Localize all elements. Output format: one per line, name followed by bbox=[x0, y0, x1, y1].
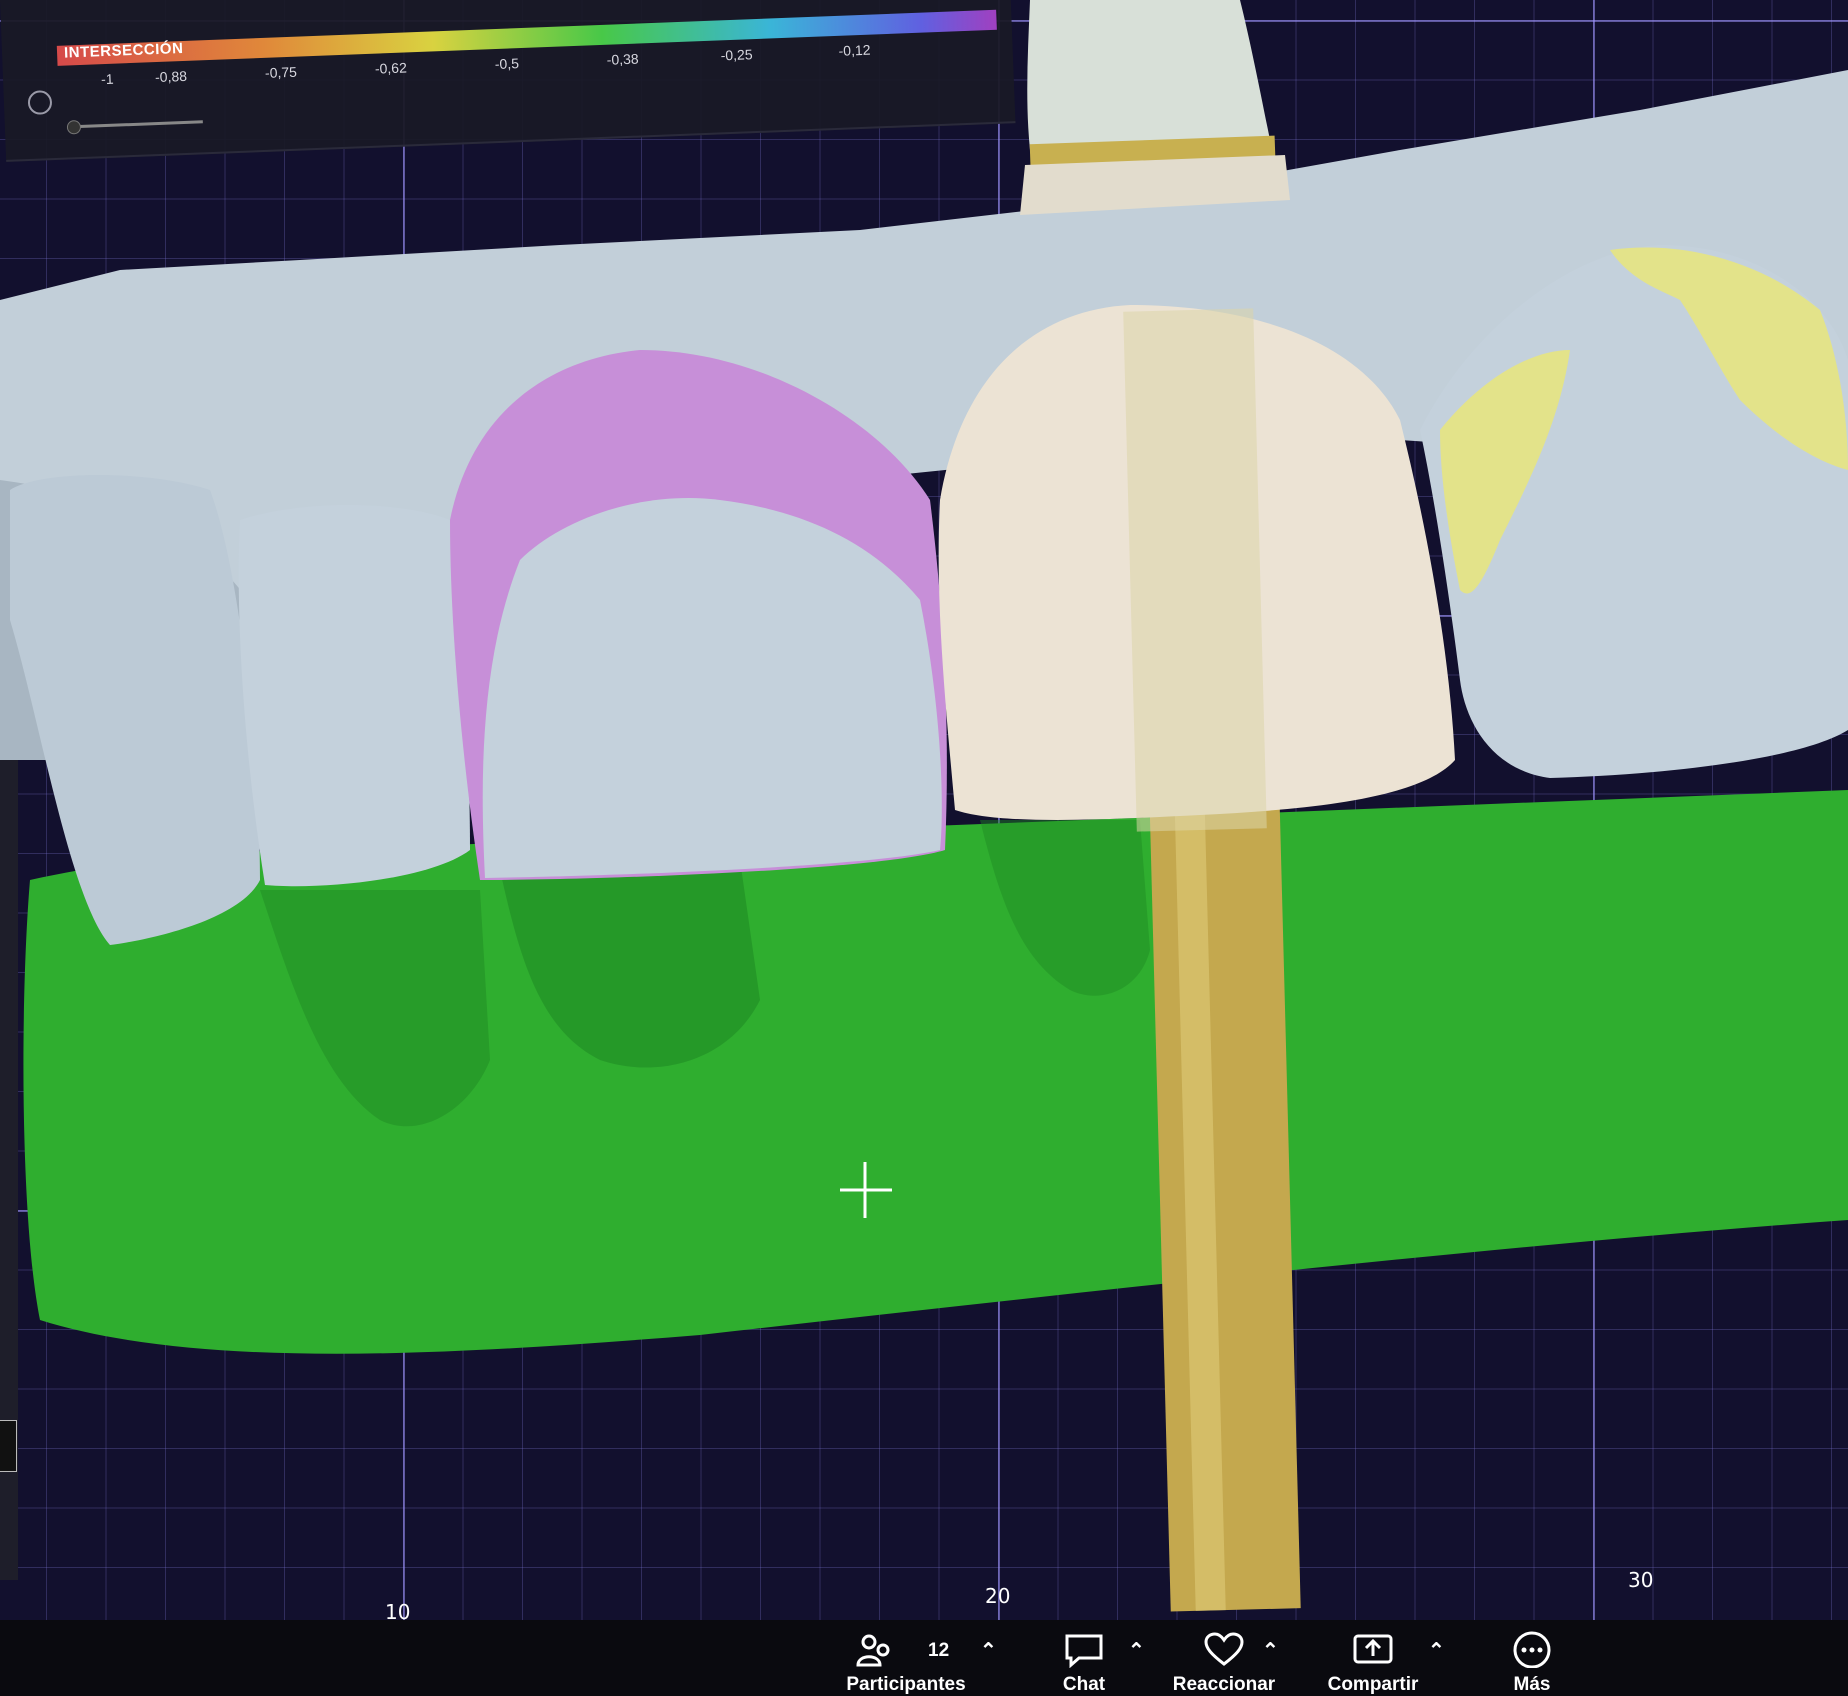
heart-icon bbox=[1204, 1632, 1244, 1666]
legend-tick-label: -1 bbox=[100, 70, 114, 88]
crown-access-channel bbox=[1123, 308, 1267, 832]
legend-threshold-slider[interactable] bbox=[66, 119, 203, 135]
chat-label: Chat bbox=[1062, 1674, 1106, 1695]
more-label: Más bbox=[1513, 1674, 1551, 1695]
more-dots-icon bbox=[1513, 1631, 1551, 1668]
participants-button[interactable]: 12 Participantes bbox=[836, 1626, 976, 1696]
gauge-icon[interactable] bbox=[27, 90, 53, 115]
participants-label: Participantes bbox=[846, 1674, 966, 1695]
legend-tick-label: -0,38 bbox=[606, 50, 639, 68]
legend-tick-label: -0,12 bbox=[838, 41, 871, 59]
react-label: Reaccionar bbox=[1172, 1674, 1276, 1695]
abutment-post bbox=[1149, 788, 1301, 1612]
legend-tick-label: -0,62 bbox=[374, 59, 408, 77]
more-button[interactable]: Más bbox=[1462, 1626, 1602, 1696]
people-icon bbox=[856, 1634, 890, 1667]
share-button[interactable]: Compartir bbox=[1303, 1626, 1443, 1696]
axis-tick-30: 30 bbox=[1628, 1568, 1654, 1592]
legend-tick-label: -0,25 bbox=[720, 46, 753, 64]
axis-tick-20: 20 bbox=[985, 1584, 1011, 1608]
cad-viewport[interactable]: 10 20 30 INTERSECCIÓN -1 -0,88 -0,75 -0,… bbox=[0, 0, 1848, 1624]
chat-caret-icon[interactable]: ⌃ bbox=[1128, 1638, 1145, 1663]
slider-knob[interactable] bbox=[66, 119, 82, 135]
share-screen-icon bbox=[1353, 1634, 1393, 1664]
legend-tick-label: -0,88 bbox=[154, 67, 188, 86]
participants-caret-icon[interactable]: ⌃ bbox=[980, 1638, 997, 1663]
tooth-left-1 bbox=[10, 475, 260, 945]
meeting-toolbar: 12 Participantes ⌃ Chat ⌃ Reaccionar ⌃ C… bbox=[0, 1620, 1848, 1696]
react-caret-icon[interactable]: ⌃ bbox=[1262, 1638, 1279, 1663]
implant-component-top bbox=[1027, 0, 1270, 150]
tooth-left-2 bbox=[238, 505, 470, 887]
share-label: Compartir bbox=[1327, 1674, 1419, 1695]
panel-collapse-handle[interactable] bbox=[0, 1420, 17, 1472]
share-caret-icon[interactable]: ⌃ bbox=[1428, 1638, 1445, 1663]
legend-tick-label: -0,75 bbox=[264, 63, 298, 81]
chat-bubble-icon bbox=[1065, 1634, 1103, 1668]
participant-count: 12 bbox=[928, 1640, 950, 1661]
dental-scene[interactable] bbox=[0, 0, 1848, 1620]
legend-tick-label: -0,5 bbox=[494, 55, 520, 73]
